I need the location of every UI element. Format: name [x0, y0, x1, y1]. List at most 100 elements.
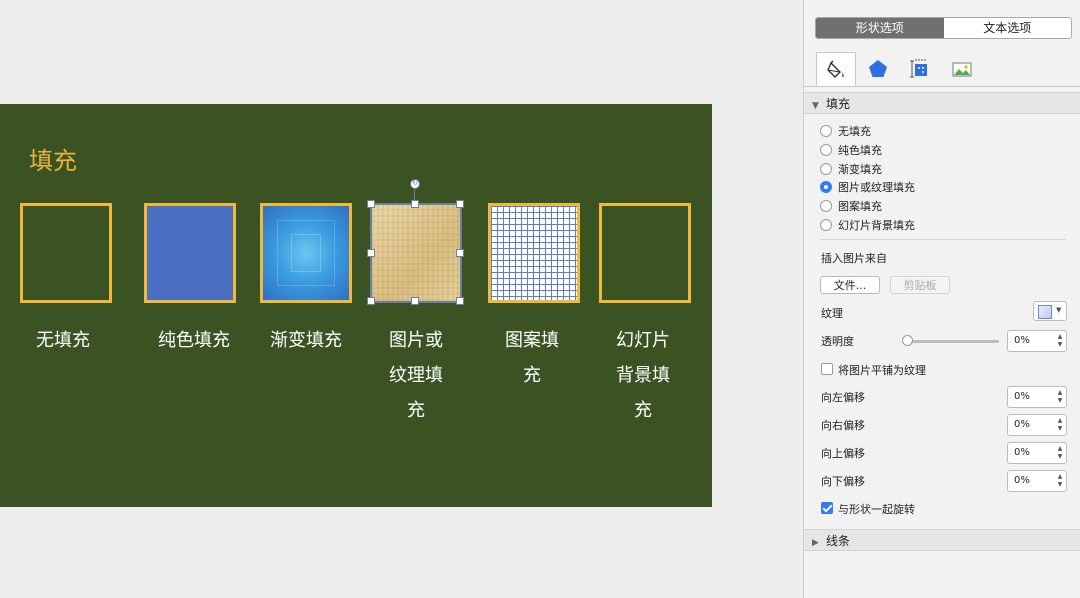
- radio-label: 图案填充: [838, 200, 882, 213]
- resize-handle-top-left[interactable]: [367, 200, 375, 208]
- stepper-arrows-icon[interactable]: ▲ ▼: [1056, 473, 1064, 489]
- resize-handle-top[interactable]: [411, 200, 419, 208]
- shape-label-no-fill: 无填充: [13, 323, 113, 358]
- radio-label: 图片或纹理填充: [838, 181, 915, 194]
- label-line: 充: [407, 400, 425, 421]
- label-line: 背景填: [616, 365, 670, 386]
- label-line: 充: [523, 365, 541, 386]
- texture-label: 纹理: [821, 307, 843, 320]
- offset-bottom-label: 向下偏移: [821, 475, 865, 488]
- offset-right-label: 向右偏移: [821, 419, 865, 432]
- shape-slide-background-fill[interactable]: [599, 203, 691, 303]
- picture-icon: [952, 62, 972, 77]
- chevron-down-icon: ▼: [1056, 306, 1062, 314]
- shape-gradient-fill[interactable]: [260, 203, 352, 303]
- label-line: 无填充: [36, 330, 90, 351]
- fill-section-header[interactable]: ▼ 填充: [804, 92, 1080, 114]
- radio-label: 无填充: [838, 125, 871, 138]
- resize-handle-bottom-left[interactable]: [367, 297, 375, 305]
- rotate-with-shape-checkbox[interactable]: [821, 502, 833, 514]
- slide[interactable]: [0, 104, 712, 507]
- transparency-stepper[interactable]: 0% ▲ ▼: [1007, 330, 1067, 352]
- shape-label-picture-fill: 图片或 纹理填 充: [366, 323, 466, 428]
- radio-button[interactable]: [820, 144, 832, 156]
- transparency-slider[interactable]: [907, 340, 999, 343]
- stepper-arrows-icon[interactable]: ▲ ▼: [1056, 445, 1064, 461]
- radio-label: 纯色填充: [838, 144, 882, 157]
- radio-no-fill[interactable]: 无填充: [820, 122, 871, 140]
- tab-fill-line[interactable]: [816, 52, 856, 86]
- transparency-slider-knob[interactable]: [902, 335, 913, 346]
- radio-button-checked[interactable]: [820, 181, 832, 193]
- stepper-arrows-icon[interactable]: ▲ ▼: [1056, 333, 1064, 349]
- shape-solid-fill[interactable]: [144, 203, 236, 303]
- slide-title[interactable]: 填充: [29, 141, 77, 176]
- paint-bucket-icon: [827, 60, 844, 78]
- label-line: 纹理填: [389, 365, 443, 386]
- size-layout-icon: [910, 59, 927, 78]
- fill-section-title: 填充: [826, 97, 851, 111]
- stepper-value[interactable]: 0%: [1014, 443, 1030, 463]
- shape-label-solid-fill: 纯色填充: [144, 323, 244, 358]
- rotate-with-shape-label: 与形状一起旋转: [838, 503, 915, 516]
- shape-label-gradient-fill: 渐变填充: [256, 323, 356, 358]
- insert-picture-from-label: 插入图片来自: [821, 252, 887, 265]
- tab-divider: [804, 86, 1080, 87]
- tile-picture-label: 将图片平铺为纹理: [838, 364, 926, 377]
- label-line: 幻灯片: [616, 330, 670, 351]
- radio-label: 渐变填充: [838, 163, 882, 176]
- texture-picker[interactable]: ▼: [1033, 301, 1067, 321]
- transparency-label: 透明度: [821, 335, 854, 348]
- label-line: 充: [634, 400, 652, 421]
- radio-solid-fill[interactable]: 纯色填充: [820, 141, 882, 159]
- stepper-value[interactable]: 0%: [1014, 471, 1030, 491]
- triangle-down-icon: ▼: [812, 101, 819, 111]
- radio-button[interactable]: [820, 163, 832, 175]
- offset-left-stepper[interactable]: 0% ▲ ▼: [1007, 386, 1067, 408]
- offset-left-label: 向左偏移: [821, 391, 865, 404]
- format-shape-panel: 形状选项 文本选项 ▼ 填充 无填充 纯色填充 渐变填充 图片或纹理填充 图案填…: [803, 0, 1080, 598]
- label-line: 图案填: [505, 330, 559, 351]
- shape-no-fill[interactable]: [20, 203, 112, 303]
- resize-handle-bottom-right[interactable]: [456, 297, 464, 305]
- offset-bottom-stepper[interactable]: 0% ▲ ▼: [1007, 470, 1067, 492]
- stepper-arrows-icon[interactable]: ▲ ▼: [1056, 389, 1064, 405]
- radio-pattern-fill[interactable]: 图案填充: [820, 197, 882, 215]
- radio-button[interactable]: [820, 125, 832, 137]
- offset-right-stepper[interactable]: 0% ▲ ▼: [1007, 414, 1067, 436]
- file-button[interactable]: 文件...: [820, 276, 880, 294]
- panel-tab-switcher: 形状选项 文本选项: [815, 17, 1072, 39]
- tab-text-options[interactable]: 文本选项: [944, 18, 1072, 38]
- stepper-arrows-icon[interactable]: ▲ ▼: [1056, 417, 1064, 433]
- radio-slide-background-fill[interactable]: 幻灯片背景填充: [820, 216, 915, 234]
- offset-top-stepper[interactable]: 0% ▲ ▼: [1007, 442, 1067, 464]
- radio-button[interactable]: [820, 219, 832, 231]
- resize-handle-bottom[interactable]: [411, 297, 419, 305]
- shape-picture-fill-selected[interactable]: [370, 203, 462, 303]
- line-section-header[interactable]: ▶ 线条: [804, 529, 1080, 551]
- radio-gradient-fill[interactable]: 渐变填充: [820, 160, 882, 178]
- stepper-value[interactable]: 0%: [1014, 415, 1030, 435]
- triangle-right-icon: ▶: [812, 538, 819, 548]
- resize-handle-right[interactable]: [456, 249, 464, 257]
- resize-handle-top-right[interactable]: [456, 200, 464, 208]
- tab-shape-options[interactable]: 形状选项: [816, 18, 944, 38]
- tab-picture[interactable]: [942, 52, 982, 86]
- tab-effects[interactable]: [858, 52, 898, 86]
- tile-picture-checkbox[interactable]: [821, 363, 833, 375]
- shape-label-slide-background-fill: 幻灯片 背景填 充: [593, 323, 693, 428]
- panel-icon-tabs: [816, 52, 984, 86]
- radio-button[interactable]: [820, 200, 832, 212]
- radio-picture-texture-fill[interactable]: 图片或纹理填充: [820, 178, 915, 196]
- line-section-title: 线条: [826, 534, 851, 548]
- label-line: 图片或: [389, 330, 443, 351]
- shape-pattern-fill[interactable]: [488, 203, 580, 303]
- radio-label: 幻灯片背景填充: [838, 219, 915, 232]
- shape-label-pattern-fill: 图案填 充: [482, 323, 582, 393]
- stepper-value[interactable]: 0%: [1014, 331, 1030, 351]
- rotate-handle-icon[interactable]: ↻: [410, 179, 420, 189]
- tab-size-properties[interactable]: [900, 52, 940, 86]
- clipboard-button[interactable]: 剪贴板: [890, 276, 950, 294]
- stepper-value[interactable]: 0%: [1014, 387, 1030, 407]
- resize-handle-left[interactable]: [367, 249, 375, 257]
